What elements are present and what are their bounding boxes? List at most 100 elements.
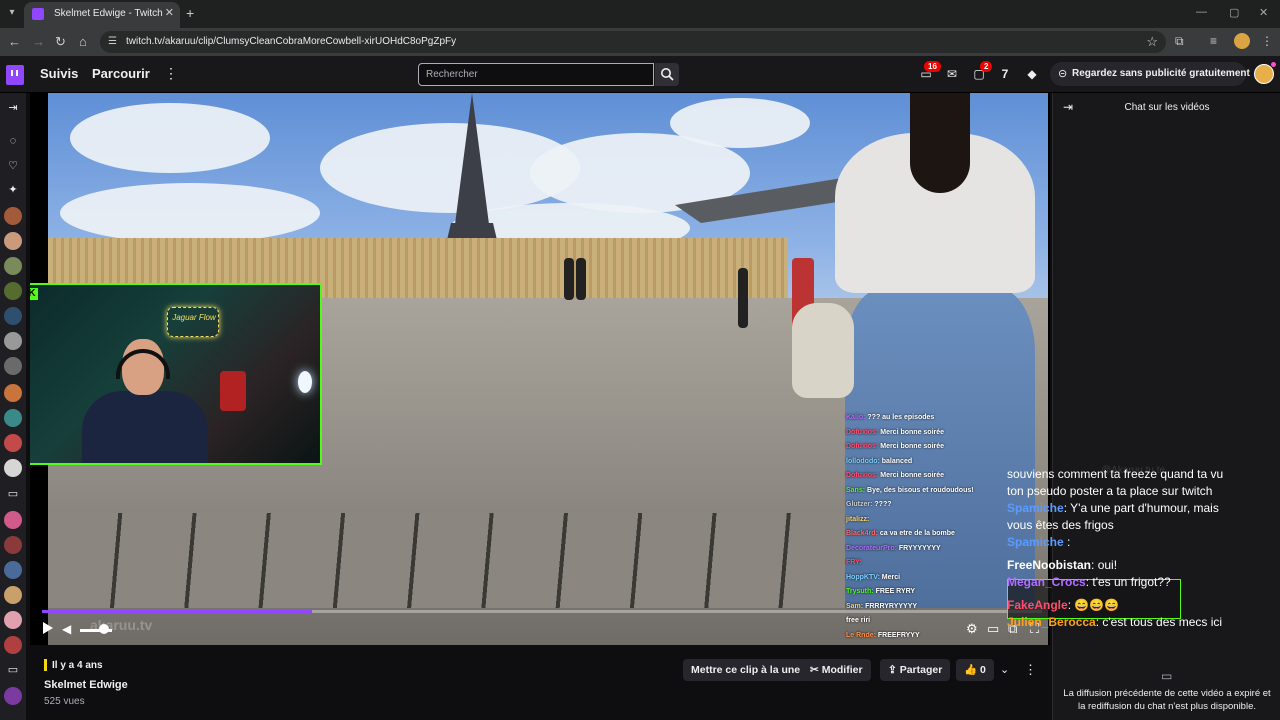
tab-search-icon[interactable]: ▾ [4, 5, 20, 21]
overlay-chat-text: balanced [881, 457, 913, 465]
sidebar-channel-avatar[interactable] [4, 459, 22, 477]
video-handbag [792, 303, 854, 398]
bookmark-star-icon[interactable]: ☆ [1146, 34, 1158, 50]
browser-profile-avatar[interactable] [1234, 33, 1250, 49]
minimize-icon[interactable]: — [1196, 6, 1207, 18]
sidebar-channel-avatar[interactable] [4, 307, 22, 325]
browser-menu-icon[interactable]: ⋮ [1261, 34, 1273, 48]
url-field[interactable]: ☰ twitch.tv/akaruu/clip/ClumsyCleanCobra… [100, 31, 1166, 53]
browser-tab-bar: ▾ Skelmet Edwige - Twitch ✕ + — ▢ ✕ [0, 0, 1280, 28]
cam-light [298, 371, 312, 393]
bits-icon[interactable]: ◆ [1024, 66, 1040, 82]
twitch-logo-icon[interactable] [6, 65, 24, 85]
extensions-icon[interactable]: ⧉ [1175, 34, 1184, 49]
clip-video-player[interactable]: K Jaguar Flow Kalio: ??? au les episodes… [30, 93, 1050, 645]
sidebar-channel-avatar[interactable] [4, 409, 22, 427]
sidebar-channel-avatar[interactable] [4, 257, 22, 275]
chat-username[interactable]: Megan_Crocs [1007, 575, 1086, 589]
volume-knob[interactable] [99, 624, 109, 634]
chat-message: FakeAngle: 😄😄😄 [1007, 597, 1227, 614]
like-button[interactable]: 👍 0 [956, 659, 994, 681]
nav-browse[interactable]: Parcourir [92, 66, 150, 81]
sidebar-channel-avatar[interactable] [4, 357, 22, 375]
video-passerby [564, 258, 574, 300]
search-icon [661, 68, 674, 81]
clip-channel-name[interactable]: Skelmet Edwige [44, 679, 128, 691]
restore-icon[interactable]: ▢ [1229, 6, 1239, 19]
sidebar-channel-avatar[interactable] [4, 207, 22, 225]
share-clip-label: Partager [899, 664, 943, 676]
sidebar-channel-avatar[interactable] [4, 611, 22, 629]
sidebar-channel-avatar[interactable] [4, 282, 22, 300]
stream-overlay-chat: Kalio: ??? au les episodes Dofuxios: Merc… [846, 411, 1016, 643]
sidebar-channel-avatar[interactable] [4, 511, 22, 529]
back-icon[interactable]: ← [8, 34, 21, 49]
nav-following[interactable]: Suivis [40, 66, 78, 81]
site-info-icon[interactable]: ☰ [108, 36, 117, 47]
sidebar-channel-avatar[interactable] [4, 232, 22, 250]
notifications-count-badge: 2 [980, 61, 993, 72]
like-dropdown-chevron-icon[interactable]: ⌄ [1000, 663, 1009, 676]
edit-clip-button[interactable]: ✂ Modifier [802, 659, 871, 681]
videos-icon[interactable]: ▭ [4, 485, 22, 503]
for-you-icon[interactable]: ◌ [4, 132, 22, 150]
sidebar-channel-avatar[interactable] [4, 561, 22, 579]
overlay-chat-line: lollododo: balanced [846, 455, 1016, 470]
search-input[interactable]: Rechercher [418, 63, 654, 86]
chat-username[interactable]: FakeAngle [1007, 598, 1068, 612]
following-heart-icon[interactable]: ♡ [4, 157, 22, 175]
clip-more-options-icon[interactable]: ⋮ [1024, 662, 1037, 678]
prime-gaming-icon[interactable]: 7 [997, 66, 1013, 82]
sidebar-channel-avatar[interactable] [4, 636, 22, 654]
theatre-mode-icon[interactable]: ▭ [987, 621, 999, 637]
sidebar-channel-avatar[interactable] [4, 434, 22, 452]
chat-expired-notice: La diffusion précédente de cette vidéo a… [1063, 688, 1271, 712]
volume-icon[interactable]: ◀ [62, 622, 71, 636]
replay-chat-messages: souviens comment ta freeze quand ta vu t… [1007, 466, 1227, 631]
overlay-chat-line: HoppKTV: Merci [846, 571, 1016, 586]
forward-icon[interactable]: → [32, 34, 45, 49]
home-icon[interactable]: ⌂ [79, 34, 87, 49]
search-button[interactable] [655, 63, 679, 86]
ad-free-promo-label: Regardez sans publicité gratuitement [1072, 68, 1250, 79]
tab-close-icon[interactable]: ✕ [165, 6, 174, 19]
overlay-chat-text: FREE RYRY [875, 588, 916, 595]
close-window-icon[interactable]: ✕ [1259, 6, 1268, 19]
user-avatar[interactable] [1254, 64, 1274, 84]
sidebar-channel-avatar[interactable] [4, 332, 22, 350]
more-options-icon[interactable]: ⋮ [164, 65, 178, 82]
expand-sidebar-icon[interactable]: ⇥ [4, 99, 22, 117]
whispers-icon[interactable]: ✉ [944, 66, 960, 82]
chat-username[interactable]: Julien_Berocca [1007, 615, 1096, 629]
recommended-icon[interactable]: ✦ [4, 181, 22, 199]
play-icon[interactable] [42, 621, 54, 635]
url-text: twitch.tv/akaruu/clip/ClumsyCleanCobraMo… [126, 36, 457, 47]
chat-message: Megan_Crocs: t'es un frigot?? [1007, 574, 1227, 591]
chat-username[interactable]: FreeNoobistan [1007, 558, 1091, 572]
overlay-chat-line: Kalio: ??? au les episodes [846, 411, 1016, 426]
overlay-chat-text: FRRRYRYYYYY [865, 602, 918, 610]
overlay-chat-line: Sans: Bye, des bisous et roudoudous! [846, 484, 1016, 499]
sidebar-channel-avatar[interactable] [4, 687, 22, 705]
chat-username[interactable]: Spamiche [1007, 535, 1064, 549]
inbox-count-badge: 16 [924, 61, 941, 72]
browser-tab[interactable]: Skelmet Edwige - Twitch ✕ [24, 2, 180, 28]
overlay-chat-text: Merci [881, 573, 901, 581]
videos-icon[interactable]: ▭ [4, 661, 22, 679]
overlay-chat-line: FRY: [846, 556, 1016, 571]
clip-date-marker [44, 659, 47, 671]
feature-clip-button[interactable]: Mettre ce clip à la une [683, 659, 809, 681]
ad-free-promo-button[interactable]: ⊝ Regardez sans publicité gratuitement [1050, 62, 1250, 86]
media-controls-icon[interactable]: ≡ [1210, 34, 1217, 48]
new-tab-icon[interactable]: + [186, 5, 194, 21]
sidebar-channel-avatar[interactable] [4, 586, 22, 604]
share-clip-button[interactable]: ⇪ Partager [880, 659, 951, 681]
settings-gear-icon[interactable]: ⚙ [966, 621, 978, 637]
overlay-chat-text: ca va etre de la bombe [879, 530, 955, 537]
reload-icon[interactable]: ↻ [55, 34, 66, 50]
chat-username[interactable]: Spamiche [1007, 501, 1064, 515]
sidebar-channel-avatar[interactable] [4, 384, 22, 402]
sidebar-channel-avatar[interactable] [4, 536, 22, 554]
twitch-favicon-icon [32, 8, 44, 20]
cam-neon-text: Jaguar Flow [172, 313, 216, 322]
